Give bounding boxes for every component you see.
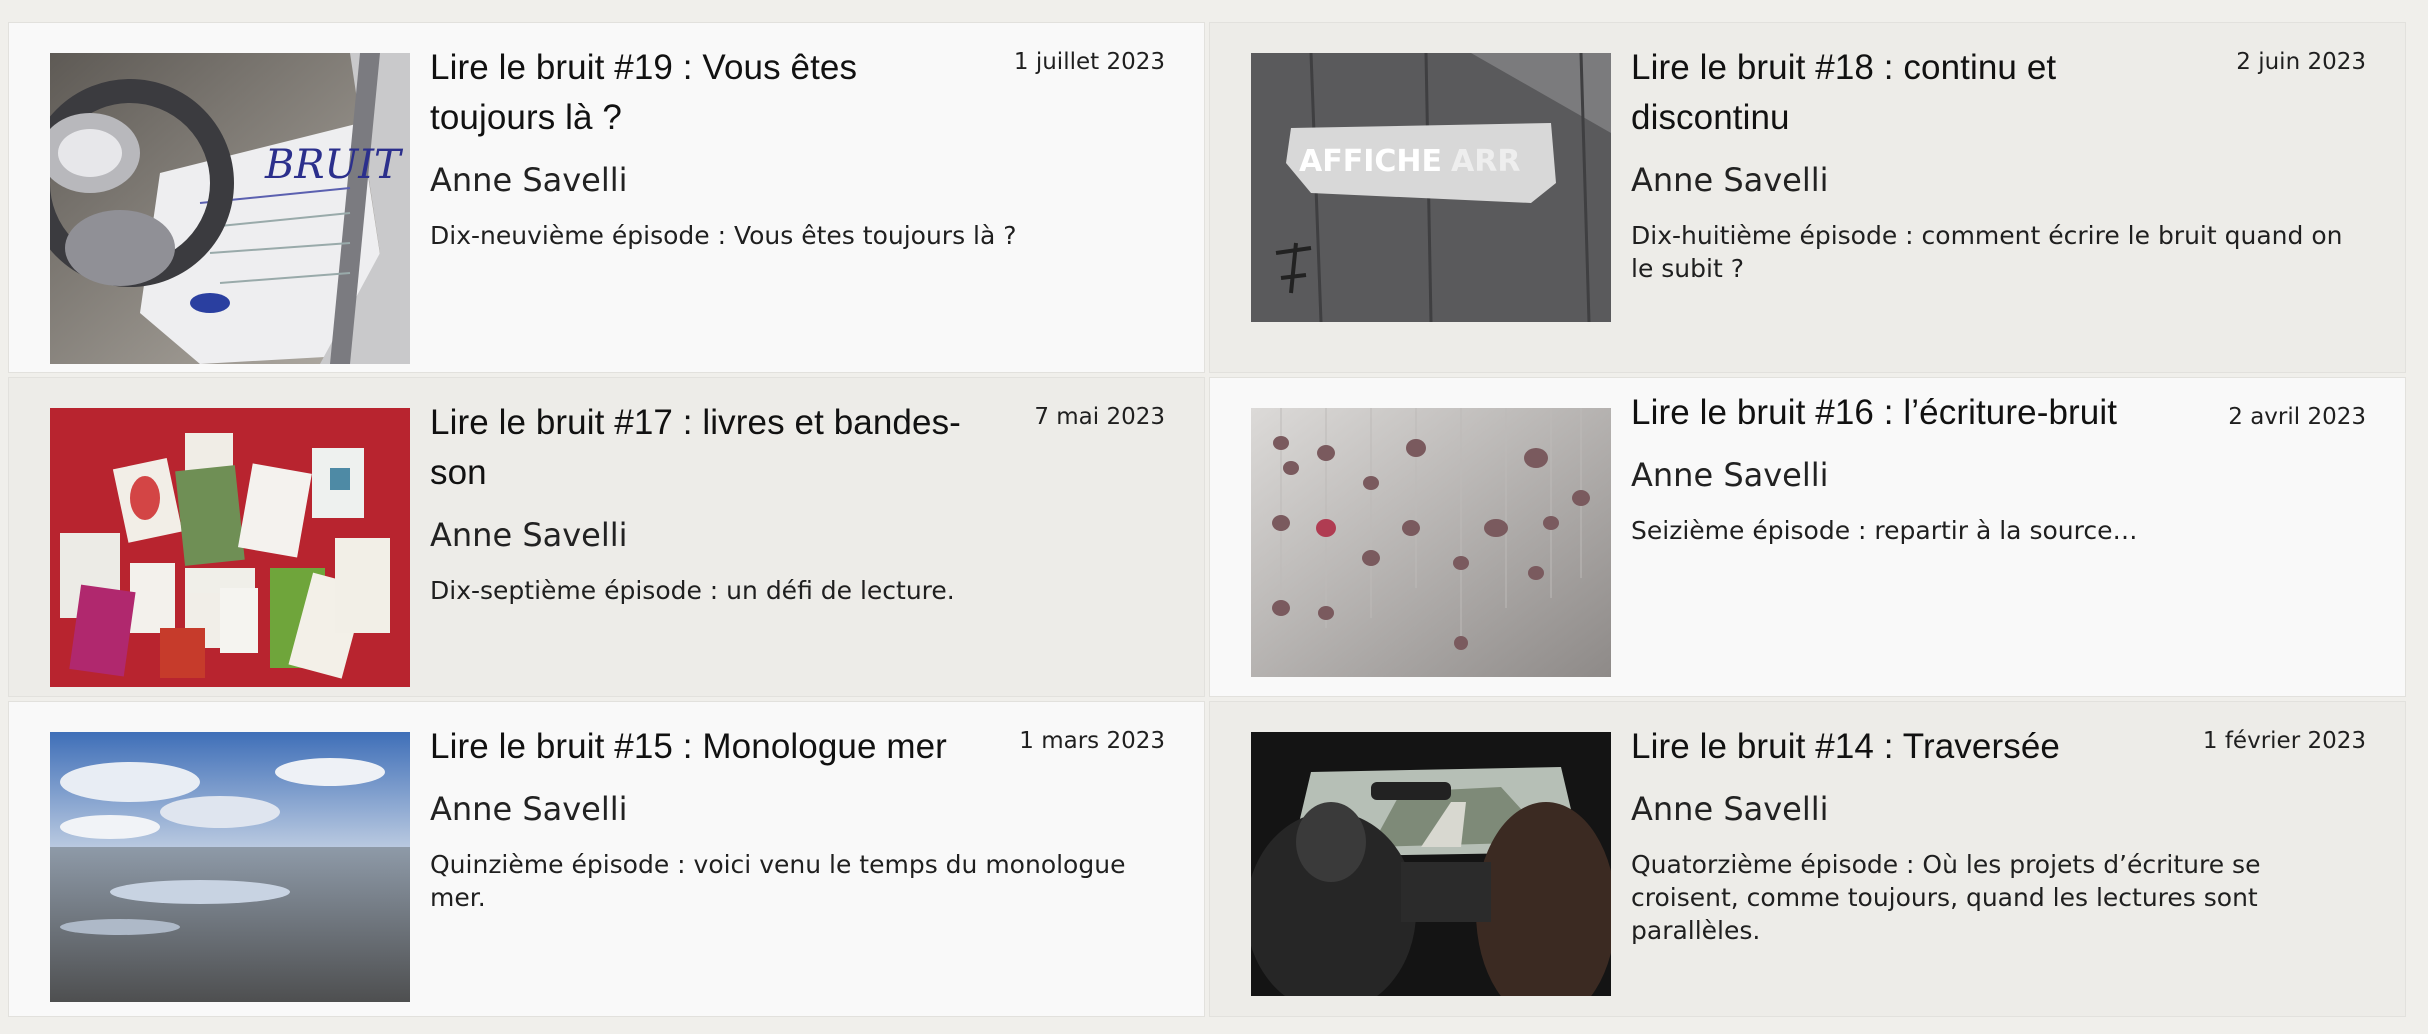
post-author[interactable]: Anne Savelli [1631,454,2366,496]
post-thumbnail[interactable] [1251,408,1611,677]
svg-text:AFFICHE: AFFICHE [1299,144,1442,179]
post-title[interactable]: Lire le bruit #14 : Traversée [1631,722,2366,772]
post-title[interactable]: Lire le bruit #19 : Vous êtes toujours l… [430,43,1165,143]
post-excerpt: Dix-huitième épisode : comment écrire le… [1631,221,2343,283]
post-excerpt: Quatorzième épisode : Où les projets d’é… [1631,850,2261,945]
svg-text:BRUIT: BRUIT [264,142,404,188]
post-title[interactable]: Lire le bruit #18 : continu et discontin… [1631,43,2366,143]
post-title[interactable]: Lire le bruit #17 : livres et bandes-son [430,398,1165,498]
post-grid: BRUIT 1 juillet 2023 Lire le bruit #19 :… [8,22,2406,1017]
post-card[interactable]: 1 février 2023 Lire le bruit #14 : Trave… [1209,701,2406,1017]
post-excerpt: Dix-neuvième épisode : Vous êtes toujour… [430,221,1017,250]
post-author[interactable]: Anne Savelli [430,159,1165,201]
post-title[interactable]: Lire le bruit #15 : Monologue mer [430,722,1165,772]
post-thumbnail[interactable] [50,408,410,687]
post-author[interactable]: Anne Savelli [1631,788,2366,830]
post-excerpt: Quinzième épisode : voici venu le temps … [430,850,1126,912]
post-excerpt: Seizième épisode : repartir à la source… [1631,516,2138,545]
post-thumbnail[interactable]: AFFICHE ARR [1251,53,1611,322]
beach-image [50,732,410,1002]
hanging-stones-image [1251,408,1611,677]
post-card[interactable]: 1 mars 2023 Lire le bruit #15 : Monologu… [8,701,1205,1017]
post-card[interactable]: AFFICHE ARR 2 juin 2023 Lire le bruit #1… [1209,22,2406,373]
torn-poster-image: AFFICHE ARR [1251,53,1611,322]
headphones-image: BRUIT [50,53,410,364]
post-author[interactable]: Anne Savelli [430,788,1165,830]
post-thumbnail[interactable] [50,732,410,1002]
post-thumbnail[interactable] [1251,732,1611,996]
books-image [50,408,410,687]
car-interior-image [1251,732,1611,996]
post-author[interactable]: Anne Savelli [430,514,1165,556]
post-card[interactable]: 2 avril 2023 Lire le bruit #16 : l’écrit… [1209,377,2406,697]
post-title[interactable]: Lire le bruit #16 : l’écriture-bruit [1631,388,2366,438]
post-card[interactable]: BRUIT 1 juillet 2023 Lire le bruit #19 :… [8,22,1205,373]
post-card[interactable]: 7 mai 2023 Lire le bruit #17 : livres et… [8,377,1205,697]
svg-text:ARR: ARR [1451,144,1520,179]
post-thumbnail[interactable]: BRUIT [50,53,410,364]
post-excerpt: Dix-septième épisode : un défi de lectur… [430,576,955,605]
post-author[interactable]: Anne Savelli [1631,159,2366,201]
